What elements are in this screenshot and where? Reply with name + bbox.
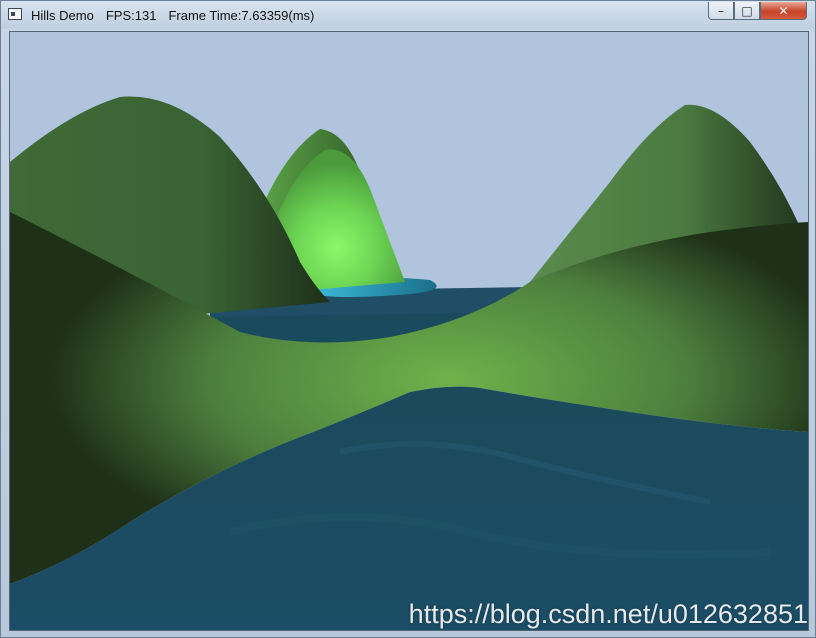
maximize-button[interactable]: □	[734, 2, 760, 20]
app-window: Hills Demo FPS:131 Frame Time:7.63359(ms) …	[0, 0, 816, 638]
maximize-icon: □	[741, 3, 753, 18]
title-bar[interactable]: Hills Demo FPS:131 Frame Time:7.63359(ms) …	[1, 1, 815, 29]
watermark-text: https://blog.csdn.net/u012632851	[408, 599, 808, 629]
terrain-scene	[10, 32, 808, 630]
app-window-icon[interactable]	[8, 8, 22, 20]
frame-time-readout: Frame Time:7.63359(ms)	[168, 8, 315, 23]
render-viewport[interactable]	[9, 31, 809, 631]
minimize-button[interactable]: –	[708, 2, 734, 20]
fps-readout: FPS:131	[105, 8, 157, 23]
minimize-icon: –	[718, 3, 724, 18]
app-name: Hills Demo	[31, 8, 94, 23]
close-icon: ✕	[778, 3, 789, 18]
window-title: Hills Demo FPS:131 Frame Time:7.63359(ms)	[31, 8, 326, 23]
close-button[interactable]: ✕	[760, 2, 807, 20]
